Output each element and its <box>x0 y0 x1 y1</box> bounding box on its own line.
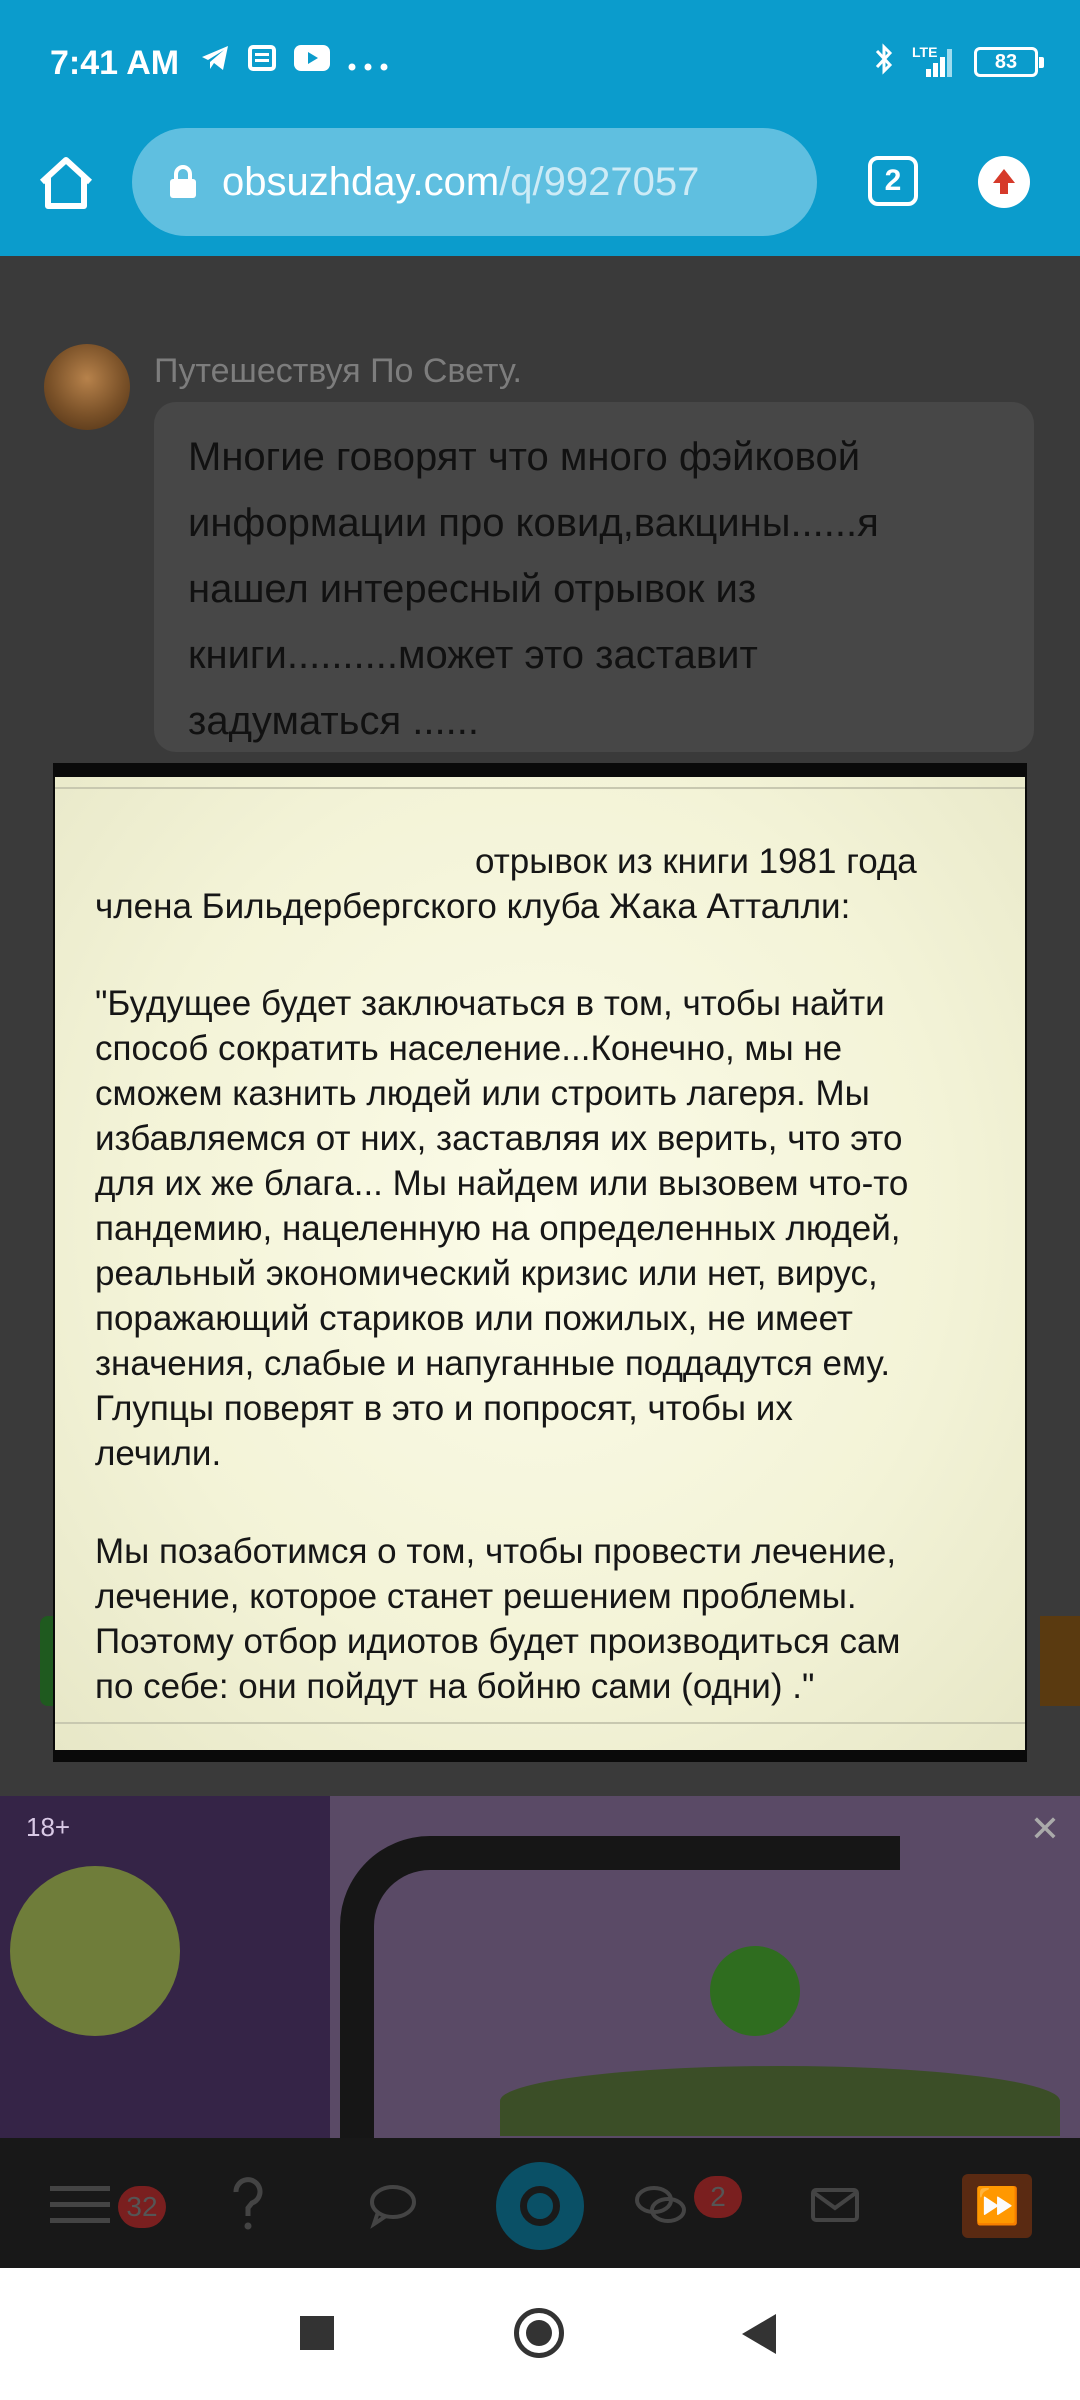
chats-button[interactable] <box>632 2176 688 2232</box>
side-button-edge <box>1040 1616 1080 1706</box>
url-path: /q/9927057 <box>499 159 700 204</box>
recents-button[interactable] <box>300 2316 334 2350</box>
ad-banner[interactable]: 18+ ✕ <box>0 1796 1080 2138</box>
excerpt-header: отрывок из книги 1981 года члена Бильдер… <box>95 839 1025 929</box>
bottom-rule <box>55 1722 1025 1724</box>
android-nav-bar <box>0 2268 1080 2400</box>
excerpt-header-line: члена Бильдербергского клуба Жака Атталл… <box>95 887 851 926</box>
tab-switcher-button[interactable]: 2 <box>868 156 918 206</box>
lock-icon <box>170 165 196 198</box>
chat-bubbles-icon <box>635 2186 686 2223</box>
excerpt-line: лечение, которое станет решением проблем… <box>95 1577 857 1616</box>
excerpt-paragraph-1: "Будущее будет заключаться в том, чтобы … <box>95 981 1025 1476</box>
messages-badge: 2 <box>694 2176 742 2218</box>
home-icon <box>39 157 93 209</box>
browser-toolbar: obsuzhday.com/q/9927057 2 <box>0 128 1080 256</box>
excerpt-line: пандемию, нацеленную на определенных люд… <box>95 1209 901 1248</box>
post-text: Многие говорят что много фэйковой информ… <box>188 424 1000 754</box>
mail-button[interactable] <box>810 2176 860 2232</box>
comments-button[interactable] <box>368 2176 418 2232</box>
envelope-icon <box>811 2188 859 2222</box>
excerpt-paragraph-2: Мы позаботимся о том, чтобы провести леч… <box>95 1529 1025 1709</box>
center-home-button[interactable] <box>496 2162 584 2250</box>
ball-image <box>710 1946 800 2036</box>
hamburger-icon <box>50 2186 110 2223</box>
platform-image <box>500 2066 1060 2136</box>
excerpt-line: для их же блага... Мы найдем или вызовем… <box>95 1164 909 1203</box>
author-name[interactable]: Путешествуя По Свету. <box>154 352 522 391</box>
status-bar: 7:41 AM LTE 83 <box>0 0 1080 128</box>
zombie-character-image <box>10 1866 180 2036</box>
excerpt-paper: отрывок из книги 1981 года члена Бильдер… <box>55 777 1025 1750</box>
excerpt-line: поражающий стариков или пожилых, не имее… <box>95 1299 853 1338</box>
more-dots-icon <box>348 45 388 79</box>
excerpt-line: Глупцы поверят в это и попросят, чтобы и… <box>95 1389 793 1428</box>
excerpt-line: сможем казнить людей или строить лагеря.… <box>95 1074 870 1113</box>
back-button[interactable] <box>742 2314 776 2354</box>
fast-forward-button[interactable]: ⏩ <box>962 2174 1032 2238</box>
excerpt-header-line: отрывок из книги 1981 года <box>475 842 917 881</box>
post-line: информации про ковид,вакцины......я <box>188 501 879 545</box>
battery-indicator: 83 <box>974 46 1044 77</box>
excerpt-line: по себе: они пойдут на бойню сами (одни)… <box>95 1667 815 1706</box>
home-nav-button[interactable] <box>514 2308 564 2358</box>
post-bubble: Многие говорят что много фэйковой информ… <box>154 402 1034 752</box>
excerpt-line: Поэтому отбор идиотов будет производитьс… <box>95 1622 901 1661</box>
author-avatar[interactable] <box>44 344 130 430</box>
post-line: задуматься ...... <box>188 699 479 743</box>
menu-button[interactable] <box>50 2176 110 2232</box>
youtube-icon <box>294 45 330 79</box>
address-bar[interactable]: obsuzhday.com/q/9927057 <box>132 128 817 236</box>
telegram-icon <box>200 44 230 80</box>
news-icon <box>248 45 276 79</box>
home-button[interactable] <box>34 152 98 216</box>
excerpt-line: лечили. <box>95 1434 222 1473</box>
excerpt-line: реальный экономический кризис или нет, в… <box>95 1254 878 1293</box>
question-icon <box>233 2177 263 2230</box>
questions-button[interactable] <box>228 2176 268 2232</box>
age-rating-badge: 18+ <box>26 1812 71 1842</box>
arrow-up-icon <box>993 169 1015 194</box>
excerpt-line: способ сократить население...Конечно, мы… <box>95 1029 843 1068</box>
post-line: книги..........может это заставит <box>188 633 758 677</box>
ad-close-button[interactable]: ✕ <box>1020 1804 1070 1854</box>
top-rule <box>55 787 1025 789</box>
excerpt-image[interactable]: отрывок из книги 1981 года члена Бильдер… <box>53 763 1027 1762</box>
excerpt-line: "Будущее будет заключаться в том, чтобы … <box>95 984 885 1023</box>
excerpt-line: Мы позаботимся о том, чтобы провести леч… <box>95 1532 897 1571</box>
bluetooth-icon <box>874 42 894 81</box>
url-domain: obsuzhday.com <box>222 159 500 204</box>
signal-icon: LTE <box>912 45 956 79</box>
speech-bubble-icon <box>370 2185 416 2229</box>
system-icons: LTE 83 <box>874 42 1044 81</box>
menu-badge: 32 <box>118 2186 166 2228</box>
post-line: Многие говорят что много фэйковой <box>188 435 861 479</box>
status-time: 7:41 AM <box>50 44 180 82</box>
site-bottom-nav: 32 2 ⏩ <box>0 2138 1080 2268</box>
upload-button[interactable] <box>978 156 1030 208</box>
notification-icons <box>200 44 388 80</box>
excerpt-line: значения, слабые и напуганные поддадутся… <box>95 1344 891 1383</box>
post-line: нашел интересный отрывок из <box>188 567 757 611</box>
excerpt-line: избавляемся от них, заставляя их верить,… <box>95 1119 903 1158</box>
url-text: obsuzhday.com/q/9927057 <box>222 160 699 205</box>
